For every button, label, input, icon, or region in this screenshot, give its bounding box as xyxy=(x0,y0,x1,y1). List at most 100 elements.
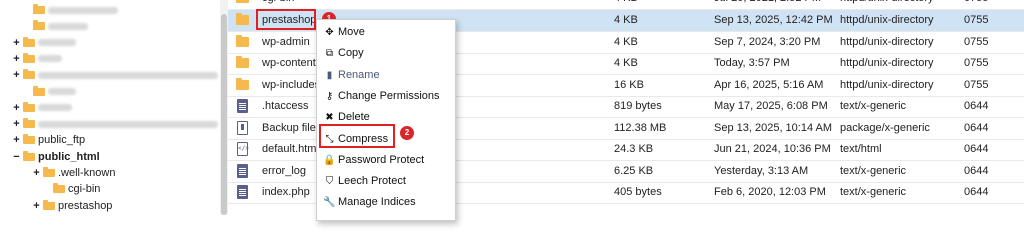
menu-item-password-protect[interactable]: 🔒 Password Protect xyxy=(323,150,424,170)
tree-item[interactable] xyxy=(22,18,88,34)
directory-tree: + + + + + + public_ftp − public_html + .well-known… xyxy=(0,0,222,215)
expand-toggle[interactable]: + xyxy=(32,198,41,214)
tree-item[interactable]: + .well-known xyxy=(32,165,115,181)
file-size: 405 bytes xyxy=(614,186,662,198)
tree-item[interactable] xyxy=(22,2,118,18)
tree-item[interactable]: + prestashop xyxy=(32,198,112,214)
folder-icon xyxy=(236,0,249,3)
file-permissions: 0755 xyxy=(964,78,989,91)
tree-item[interactable]: + xyxy=(12,35,76,51)
menu-item-move[interactable]: ✥ Move xyxy=(323,22,365,42)
file-size: 6.25 KB xyxy=(614,164,654,177)
file-size: 4 KB xyxy=(614,57,638,69)
file-size: 4 KB xyxy=(614,35,638,48)
menu-item-label: Move xyxy=(338,26,365,38)
folder-icon xyxy=(23,69,35,80)
file-size: 24.3 KB xyxy=(614,143,654,155)
tree-item[interactable]: + public_ftp xyxy=(12,132,85,148)
menu-item-label: Copy xyxy=(338,47,364,60)
folder-icon xyxy=(43,167,55,177)
menu-item-label: Rename xyxy=(338,68,380,81)
highlight-box-prestashop xyxy=(256,9,316,30)
menu-item-label: Leech Protect xyxy=(338,175,406,188)
menu-item-change-permissions[interactable]: ⚷ Change Permissions xyxy=(323,86,440,106)
expand-toggle[interactable]: + xyxy=(12,100,21,116)
text-file-icon xyxy=(237,99,248,113)
tree-item[interactable]: + xyxy=(12,116,218,132)
file-permissions: 0755 xyxy=(964,14,989,26)
tree-item[interactable]: + xyxy=(12,100,72,116)
expand-toggle[interactable]: + xyxy=(12,116,21,132)
step-badge-2: 2 xyxy=(400,126,414,140)
expand-toggle[interactable]: + xyxy=(12,132,21,148)
redacted-folder-name xyxy=(38,104,72,112)
redacted-folder-name xyxy=(38,71,218,79)
folder-icon xyxy=(23,52,35,63)
file-size: 819 bytes xyxy=(614,100,662,112)
file-permissions: 0755 xyxy=(964,35,989,48)
tree-item[interactable]: − public_html xyxy=(12,149,100,165)
folder-icon xyxy=(23,150,35,161)
tree-item-label: .well-known xyxy=(58,167,116,179)
menu-item-copy[interactable]: ⧉ Copy xyxy=(323,43,364,63)
tree-item-label: cgi-bin xyxy=(68,183,101,196)
file-permissions: 0644 xyxy=(964,143,989,155)
archive-file-icon xyxy=(237,120,248,135)
folder-icon xyxy=(236,56,249,68)
folder-icon xyxy=(43,199,55,210)
expand-toggle[interactable]: − xyxy=(12,149,21,165)
expand-toggle[interactable]: + xyxy=(32,165,41,181)
text-file-icon xyxy=(237,163,248,178)
tree-item[interactable]: + xyxy=(12,67,218,83)
folder-icon xyxy=(53,183,65,194)
file-size: 4 KB xyxy=(614,0,704,9)
tree-item[interactable]: + xyxy=(12,51,62,67)
table-row[interactable]: cgi-bin 4 KB Jul 20, 2021, 2:52 PM httpd… xyxy=(228,0,1024,10)
redacted-folder-name xyxy=(48,6,118,14)
tree-item[interactable]: cgi-bin xyxy=(42,181,100,197)
folder-icon xyxy=(23,118,35,129)
html-file-icon: </> xyxy=(237,142,249,156)
folder-icon xyxy=(236,34,249,47)
folder-icon xyxy=(236,77,249,90)
expand-toggle[interactable]: + xyxy=(12,51,21,67)
tree-scrollbar-thumb[interactable] xyxy=(221,14,227,215)
menu-item-leech-protect[interactable]: ⛉ Leech Protect xyxy=(323,171,406,191)
redacted-folder-name xyxy=(38,120,218,128)
text-file-icon xyxy=(237,185,248,199)
folder-icon xyxy=(33,4,45,14)
menu-item-rename[interactable]: ▮ Rename xyxy=(323,65,380,85)
folder-icon xyxy=(23,36,35,47)
rename-icon: ▮ xyxy=(326,69,333,81)
menu-item-label: Password Protect xyxy=(338,153,425,166)
folder-icon xyxy=(33,85,45,96)
highlight-box-compress xyxy=(319,124,395,148)
file-name: cgi-bin xyxy=(262,0,412,9)
menu-item-manage-indices[interactable]: 🔧 Manage Indices xyxy=(323,192,416,212)
file-size: 16 KB xyxy=(614,78,644,91)
menu-item-label: Manage Indices xyxy=(338,196,416,209)
expand-toggle[interactable]: + xyxy=(12,35,21,51)
tree-item-label: public_ftp xyxy=(38,134,86,147)
tree-item-label: public_html xyxy=(38,150,100,163)
menu-item-label: Delete xyxy=(338,111,370,124)
lock-icon: 🔒 xyxy=(323,154,336,166)
file-permissions: 0644 xyxy=(964,121,989,134)
file-size: 4 KB xyxy=(614,14,638,26)
expand-toggle[interactable]: + xyxy=(12,67,21,83)
tree-item-label: prestashop xyxy=(58,199,113,212)
folder-icon xyxy=(236,13,249,25)
folder-icon xyxy=(23,101,35,112)
redacted-folder-name xyxy=(38,39,76,47)
shield-icon: ⛉ xyxy=(325,176,334,188)
folder-icon xyxy=(23,134,35,145)
context-menu: ✥ Move ⧉ Copy ▮ Rename ⚷ Change Permissions ✖ Del… xyxy=(316,19,456,221)
wrench-icon: 🔧 xyxy=(323,197,336,209)
file-permissions: 0644 xyxy=(964,100,989,112)
redacted-folder-name xyxy=(38,55,62,63)
tree-item[interactable] xyxy=(22,84,76,100)
redacted-folder-name xyxy=(48,22,88,30)
folder-icon xyxy=(33,20,45,31)
file-permissions: 0644 xyxy=(964,164,989,177)
file-permissions: 0755 xyxy=(964,0,1014,9)
